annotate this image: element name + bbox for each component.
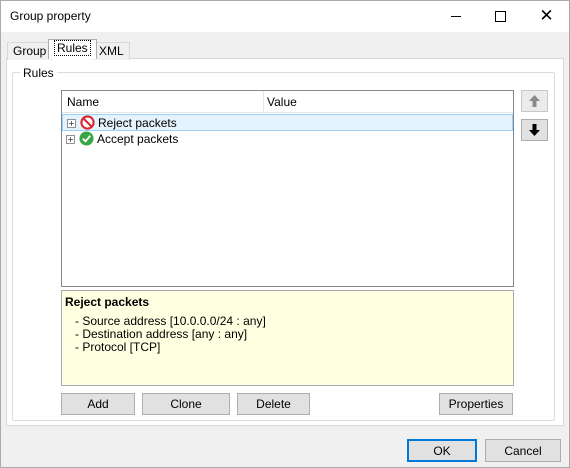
column-header-value[interactable]: Value [267, 95, 297, 109]
rules-tree[interactable]: Name Value + Reject packets + Accept pac… [61, 90, 514, 287]
title-bar: Group property ✕ [1, 1, 569, 32]
tab-xml[interactable]: XML [93, 42, 130, 60]
window-title: Group property [10, 9, 91, 23]
cancel-button[interactable]: Cancel [485, 439, 561, 462]
move-up-button[interactable] [521, 90, 548, 112]
no-entry-icon [80, 115, 95, 130]
arrow-up-icon [529, 95, 540, 107]
group-property-dialog: Group property ✕ Group Rules XML Rules N… [0, 0, 570, 468]
tree-row-label: Accept packets [97, 132, 179, 146]
tree-row-reject[interactable]: + Reject packets [62, 114, 513, 131]
delete-button[interactable]: Delete [237, 393, 310, 415]
tab-label: Rules [54, 40, 91, 56]
ok-button[interactable]: OK [407, 439, 477, 462]
description-line: - Protocol [TCP] [75, 340, 161, 354]
description-lines: - Source address [10.0.0.0/24 : any] - D… [75, 315, 266, 354]
tree-header: Name Value [62, 91, 513, 113]
column-header-name[interactable]: Name [67, 95, 99, 109]
close-button[interactable]: ✕ [524, 1, 569, 32]
tree-row-accept[interactable]: + Accept packets [62, 131, 513, 148]
tree-row-label: Reject packets [98, 116, 177, 130]
properties-button[interactable]: Properties [439, 393, 513, 415]
maximize-button[interactable] [478, 1, 523, 32]
description-title: Reject packets [65, 295, 150, 309]
tab-rules[interactable]: Rules [48, 39, 97, 59]
expand-icon[interactable]: + [67, 119, 76, 128]
expand-icon[interactable]: + [66, 135, 75, 144]
checkmark-icon [79, 131, 94, 146]
arrow-down-icon [529, 124, 540, 136]
rule-description-panel: Reject packets - Source address [10.0.0.… [61, 290, 514, 386]
minimize-icon [450, 16, 461, 17]
rules-groupbox-label: Rules [20, 66, 57, 80]
column-divider[interactable] [263, 91, 264, 112]
minimize-button[interactable] [433, 1, 478, 32]
tab-group[interactable]: Group [7, 42, 53, 60]
move-down-button[interactable] [521, 119, 548, 141]
tab-label: Group [13, 44, 47, 58]
clone-button[interactable]: Clone [142, 393, 230, 415]
tab-label: XML [99, 44, 124, 58]
close-icon: ✕ [539, 6, 554, 26]
add-button[interactable]: Add [61, 393, 135, 415]
maximize-icon [495, 11, 506, 22]
